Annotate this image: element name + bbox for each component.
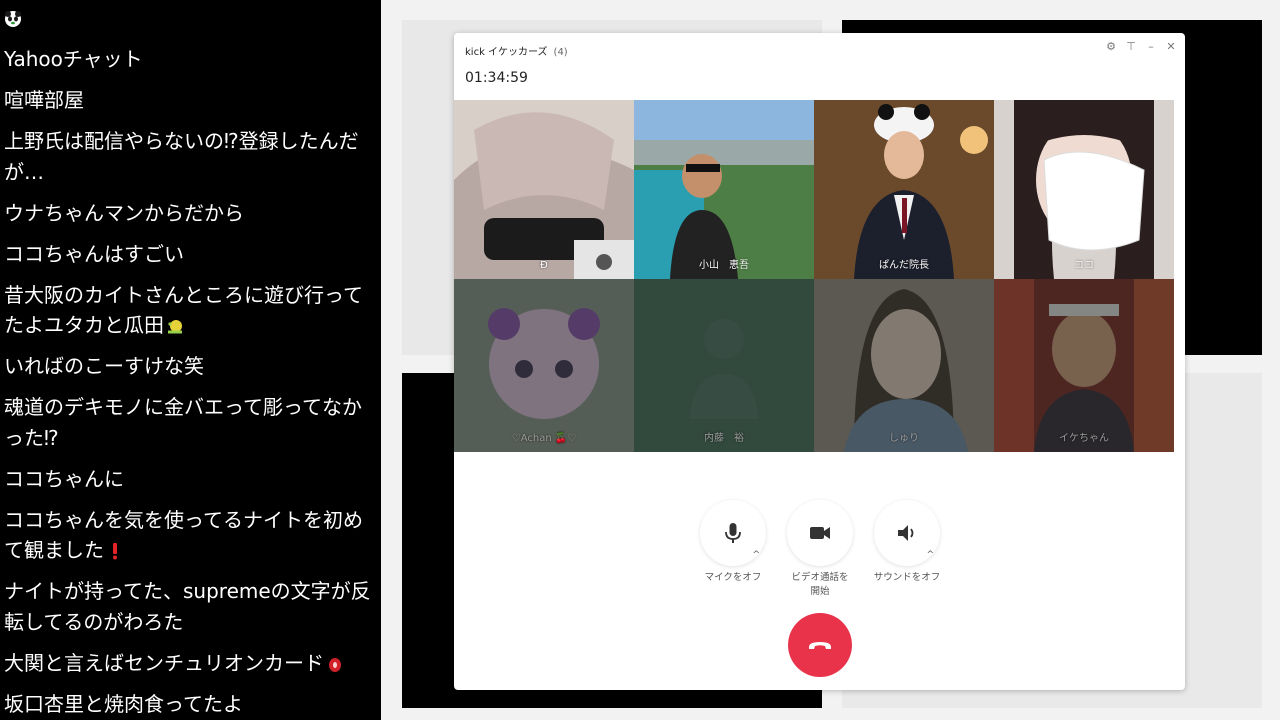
chat-message: 坂口杏里と焼肉食ってたよ — [4, 691, 243, 716]
chat-message: Yahooチャット — [4, 47, 143, 71]
participant-video — [814, 279, 994, 452]
chat-message-list: Yahooチャット 喧嘩部屋 上野氏は配信やらないの⁉登録したんだが… ウナちゃ… — [4, 44, 374, 720]
participant-video — [994, 100, 1174, 279]
participant-tile[interactable]: 内藤 裕 — [634, 279, 814, 452]
participant-name: しゅり — [889, 433, 919, 444]
chat-message: 昔大阪のカイトさんところに遊び行ってたよユタカと瓜田 — [4, 282, 363, 338]
close-icon[interactable]: ✕ — [1165, 41, 1177, 53]
microphone-icon — [725, 523, 741, 543]
chat-message: ココちゃんを気を使ってるナイトを初めて観ました — [4, 507, 363, 563]
participant-grid: Đ 小山 恵吾 ぱんだ院長 ココ ♡Achan 🍒♡ 内藤 裕 しゅり イケちゃ… — [454, 100, 1174, 452]
participant-tile[interactable]: イケちゃん — [994, 279, 1174, 452]
participant-tile[interactable]: ココ — [994, 100, 1174, 279]
hang-up-button[interactable] — [788, 613, 852, 677]
chat-message: ナイトが持ってた、supremeの文字が反転してるのがわろた — [4, 579, 371, 634]
gear-icon[interactable]: ⚙ — [1105, 41, 1117, 53]
mic-label: マイクをオフ — [704, 572, 762, 583]
red-ornament-emoji-icon — [329, 657, 341, 672]
participant-video — [634, 100, 814, 279]
participant-name: 小山 恵吾 — [699, 260, 749, 271]
exclamation-emoji-icon — [113, 543, 117, 560]
participant-name: ぱんだ院長 — [879, 260, 929, 271]
call-timer: 01:34:59 — [465, 70, 528, 86]
group-call-window: kick イケッカーズ (4) ⚙ ⊤ – ✕ 01:34:59 Đ 小山 恵吾… — [454, 33, 1185, 690]
participant-video — [994, 279, 1174, 452]
participant-name: ココ — [1074, 260, 1094, 271]
speaker-icon — [898, 525, 914, 541]
sound-label: サウンドをオフ — [873, 572, 941, 583]
participant-name: イケちゃん — [1059, 433, 1109, 444]
chevron-up-icon[interactable]: ^ — [926, 550, 934, 560]
video-label-line-2: 開始 — [810, 586, 830, 597]
participant-video — [454, 100, 634, 279]
participant-video — [814, 100, 994, 279]
panda-icon — [5, 11, 21, 27]
chat-message: 大関と言えばセンチュリオンカード — [4, 648, 374, 679]
video-camera-icon — [810, 527, 830, 539]
participant-tile[interactable]: Đ — [454, 100, 634, 279]
chat-panel: Yahooチャット 喧嘩部屋 上野氏は配信やらないの⁉登録したんだが… ウナちゃ… — [0, 0, 381, 720]
chat-message: いればのこーすけな笑 — [4, 354, 204, 378]
sound-button[interactable]: ^ — [874, 500, 940, 566]
chat-message: ココちゃんに — [4, 466, 124, 491]
participant-tile[interactable]: 小山 恵吾 — [634, 100, 814, 279]
chat-message: 魂道のデキモノに金バエって彫ってなかった⁉ — [4, 395, 362, 450]
chevron-up-icon[interactable]: ^ — [752, 550, 760, 560]
chat-message: 喧嘩部屋 — [4, 88, 84, 112]
participant-name: ♡Achan 🍒♡ — [511, 433, 577, 444]
participant-tile[interactable]: ぱんだ院長 — [814, 100, 994, 279]
snail-emoji-icon — [168, 320, 182, 334]
participant-tile[interactable]: ♡Achan 🍒♡ — [454, 279, 634, 452]
chat-message: ウナちゃんマンからだから — [4, 200, 244, 225]
video-button[interactable] — [787, 500, 853, 566]
phone-hangup-icon — [809, 642, 831, 649]
participant-tile[interactable]: しゅり — [814, 279, 994, 452]
call-title: kick イケッカーズ (4) — [465, 43, 568, 58]
mic-button[interactable]: ^ — [700, 500, 766, 566]
video-label: ビデオ通話を 開始 — [775, 571, 865, 599]
chat-message: 上野氏は配信やらないの⁉登録したんだが… — [4, 129, 359, 184]
chat-message: ココちゃんはすごい — [4, 241, 184, 266]
participant-name: 内藤 裕 — [704, 433, 744, 444]
window-controls: ⚙ ⊤ – ✕ — [1105, 41, 1177, 53]
minimize-icon[interactable]: – — [1145, 41, 1157, 53]
participant-count: (4) — [553, 47, 568, 58]
participant-name: Đ — [540, 260, 548, 271]
participant-video — [634, 279, 814, 452]
pin-icon[interactable]: ⊤ — [1125, 41, 1137, 53]
video-label-line-1: ビデオ通話を — [791, 572, 849, 583]
participant-video — [454, 279, 634, 452]
call-title-text: kick イケッカーズ — [465, 47, 548, 58]
